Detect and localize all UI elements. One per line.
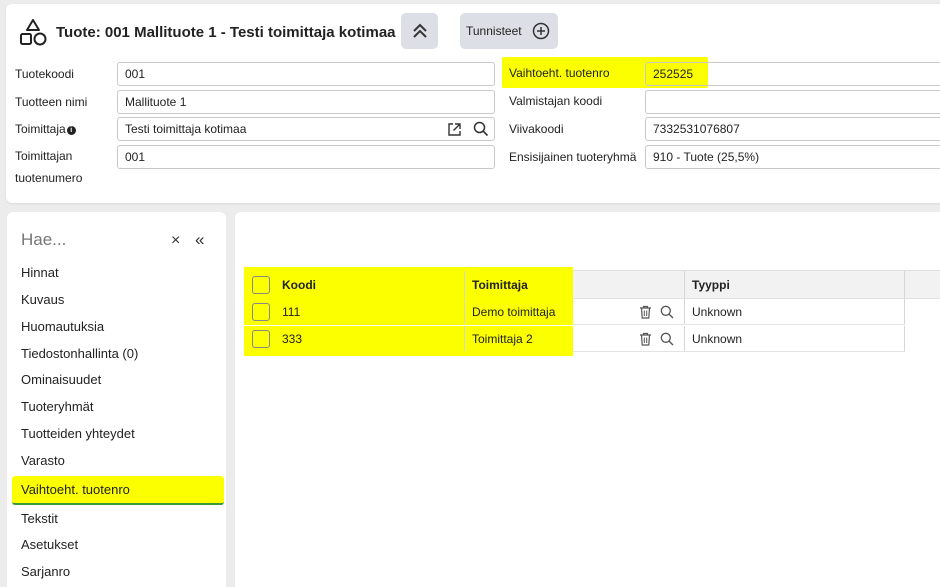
- nav-item-vaihtoeht-tuotenro[interactable]: Vaihtoeht. tuotenro: [12, 476, 224, 505]
- viivakoodi-field[interactable]: 7332531076807: [645, 117, 940, 141]
- toimittaja-value: Testi toimittaja kotimaa: [125, 122, 247, 136]
- table-row[interactable]: 111 Demo toimittaja Unknown: [244, 299, 905, 325]
- vaihtoeht-tuotenro-field[interactable]: 252525: [645, 62, 940, 86]
- column-divider: [464, 299, 465, 324]
- column-divider: [904, 299, 905, 324]
- section-nav: Hae... × « Hinnat Kuvaus Huomautuksia Ti…: [7, 212, 226, 587]
- vaihtoeht-tuotenro-label: Vaihtoeht. tuotenro: [509, 66, 610, 80]
- toimittaja-label: Toimittaja i: [15, 118, 76, 140]
- nav-item-tiedostonhallinta[interactable]: Tiedostonhallinta (0): [21, 343, 138, 365]
- ensisijainen-tuoteryhma-label: Ensisijainen tuoteryhmä: [509, 150, 637, 164]
- row-checkbox[interactable]: [252, 303, 270, 321]
- cell-tyyppi: Unknown: [692, 305, 743, 319]
- search-icon[interactable]: [660, 332, 674, 346]
- ensisijainen-tuoteryhma-field[interactable]: 910 - Tuote (25,5%): [645, 145, 940, 169]
- valmistajan-koodi-field[interactable]: [645, 90, 940, 114]
- nav-item-tuotteiden-yhteydet[interactable]: Tuotteiden yhteydet: [21, 423, 135, 445]
- nav-item-varasto[interactable]: Varasto: [21, 450, 65, 472]
- nav-item-sarjanro[interactable]: Sarjanro: [21, 561, 70, 583]
- toimittaja-field[interactable]: Testi toimittaja kotimaa: [117, 117, 495, 141]
- row-checkbox[interactable]: [252, 330, 270, 348]
- page-title: Tuote: 001 Mallituote 1 - Testi toimitta…: [56, 23, 396, 41]
- viivakoodi-label: Viivakoodi: [509, 122, 564, 136]
- toimittajan-tuotenumero-label-1: Toimittajan: [15, 149, 73, 163]
- cell-koodi: 111: [282, 305, 301, 319]
- external-link-icon[interactable]: [447, 122, 462, 137]
- collapse-left-icon[interactable]: «: [195, 230, 204, 250]
- column-header-koodi[interactable]: Koodi: [282, 271, 316, 298]
- tags-button[interactable]: Tunnisteet: [460, 13, 558, 49]
- collapse-header-button[interactable]: [401, 13, 438, 49]
- toimittaja-label-text: Toimittaja: [15, 122, 66, 136]
- cell-toimittaja: Toimittaja 2: [472, 332, 533, 346]
- chevron-double-up-icon: [412, 23, 427, 38]
- column-divider: [464, 271, 465, 298]
- close-icon[interactable]: ×: [171, 232, 180, 250]
- trash-icon[interactable]: [639, 305, 652, 319]
- table-row[interactable]: 333 Toimittaja 2 Unknown: [244, 326, 905, 356]
- column-divider: [464, 326, 465, 351]
- tags-button-label: Tunnisteet: [466, 24, 522, 38]
- nav-item-huomautuksia[interactable]: Huomautuksia: [21, 316, 104, 338]
- tuotteen-nimi-label: Tuotteen nimi: [15, 95, 88, 109]
- nav-item-tekstit[interactable]: Tekstit: [21, 508, 58, 530]
- tuotteen-nimi-field[interactable]: Mallituote 1: [117, 90, 495, 114]
- shapes-icon: [20, 19, 47, 46]
- select-all-checkbox[interactable]: [252, 276, 270, 294]
- column-divider: [904, 326, 905, 351]
- plus-circle-icon: [532, 22, 550, 40]
- cell-tyyppi: Unknown: [692, 332, 743, 346]
- column-divider: [684, 299, 685, 324]
- trash-icon[interactable]: [639, 332, 652, 346]
- toimittajan-tuotenumero-label-2: tuotenumero: [15, 171, 83, 185]
- valmistajan-koodi-label: Valmistajan koodi: [509, 94, 603, 108]
- cell-toimittaja: Demo toimittaja: [472, 305, 556, 319]
- nav-item-hinnat[interactable]: Hinnat: [21, 262, 59, 284]
- nav-item-asetukset[interactable]: Asetukset: [21, 534, 78, 556]
- nav-item-kuvaus[interactable]: Kuvaus: [21, 289, 64, 311]
- info-icon[interactable]: i: [66, 126, 76, 135]
- nav-search-input[interactable]: Hae...: [21, 230, 66, 250]
- search-icon[interactable]: [660, 305, 674, 319]
- column-divider: [684, 271, 685, 298]
- column-header-toimittaja[interactable]: Toimittaja: [472, 271, 528, 298]
- grid-header: Koodi Toimittaja Tyyppi: [244, 267, 940, 300]
- cell-koodi: 333: [282, 332, 303, 346]
- column-divider: [684, 326, 685, 351]
- column-divider: [904, 271, 905, 298]
- title-row: Tuote: 001 Mallituote 1 - Testi toimitta…: [18, 12, 396, 52]
- toimittajan-tuotenumero-field[interactable]: 001: [117, 145, 495, 169]
- nav-item-ominaisuudet[interactable]: Ominaisuudet: [21, 369, 101, 391]
- column-header-tyyppi[interactable]: Tyyppi: [692, 271, 730, 298]
- tuotekoodi-label: Tuotekoodi: [15, 67, 74, 81]
- search-icon[interactable]: [473, 121, 489, 137]
- nav-item-tuoteryhmat[interactable]: Tuoteryhmät: [21, 396, 94, 418]
- tuotekoodi-field[interactable]: 001: [117, 62, 495, 86]
